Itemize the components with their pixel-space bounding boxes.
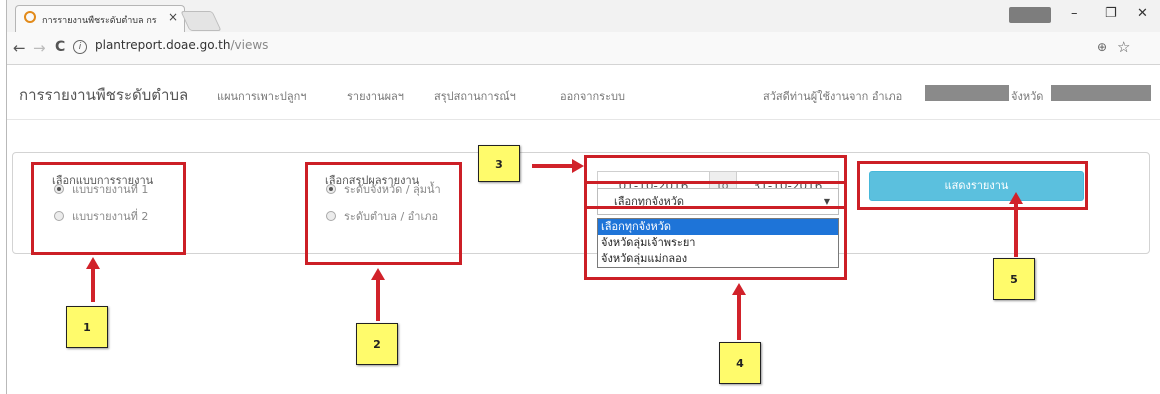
nav-planting-plan[interactable]: แผนการเพาะปลูกฯ <box>217 87 306 105</box>
browser-tab[interactable]: การรายงานพืชระดับตำบล กร × <box>15 5 185 32</box>
redacted-province <box>1051 85 1151 101</box>
new-tab-button[interactable] <box>180 11 222 31</box>
maximize-icon[interactable]: ❐ <box>1105 6 1117 21</box>
arrow-shaft <box>91 266 95 302</box>
arrow-right-icon <box>572 159 584 173</box>
annotation-callout-1: 1 <box>66 306 108 348</box>
nav-logout[interactable]: ออกจากระบบ <box>560 87 625 105</box>
tab-title: การรายงานพืชระดับตำบล กร <box>42 16 157 26</box>
annotation-callout-5: 5 <box>993 258 1035 300</box>
browser-toolbar: ← → C i plantreport.doae.go.th/views ⊕ ☆ <box>7 32 1160 65</box>
app-navbar: การรายงานพืชระดับตำบล แผนการเพาะปลูกฯ รา… <box>7 66 1160 120</box>
arrow-shaft <box>1014 201 1018 257</box>
annotation-box-1 <box>31 162 186 255</box>
redacted-district <box>925 85 1009 101</box>
address-bar[interactable]: plantreport.doae.go.th/views <box>95 38 268 52</box>
site-info-icon[interactable]: i <box>73 40 87 54</box>
reload-icon[interactable]: C <box>55 39 65 55</box>
user-greeting: สวัสดีท่านผู้ใช้งานจาก อำเภอ <box>763 90 903 103</box>
annotation-box-4 <box>584 181 847 280</box>
forward-icon[interactable]: → <box>33 39 46 57</box>
tab-close-icon[interactable]: × <box>168 10 178 24</box>
annotation-box-2 <box>305 162 462 265</box>
profile-avatar[interactable] <box>1009 7 1051 23</box>
annotation-callout-4: 4 <box>719 342 761 384</box>
annotation-box-5 <box>857 161 1088 210</box>
address-path: /views <box>230 38 269 52</box>
app-brand[interactable]: การรายงานพืชระดับตำบล <box>19 83 188 107</box>
close-window-icon[interactable]: ✕ <box>1137 6 1148 21</box>
annotation-callout-2: 2 <box>356 323 398 365</box>
annotation-callout-3: 3 <box>478 145 520 182</box>
address-domain: plantreport.doae.go.th <box>95 38 231 52</box>
arrow-shaft <box>532 164 574 168</box>
arrow-shaft <box>737 292 741 340</box>
site-favicon-icon <box>24 11 36 23</box>
zoom-icon[interactable]: ⊕ <box>1097 40 1107 54</box>
nav-report-results[interactable]: รายงานผลฯ <box>347 87 404 105</box>
bookmark-star-icon[interactable]: ☆ <box>1117 38 1130 56</box>
tab-strip: การรายงานพืชระดับตำบล กร × – ❐ ✕ <box>7 0 1160 32</box>
back-icon[interactable]: ← <box>13 39 26 57</box>
arrow-shaft <box>376 277 380 321</box>
minimize-icon[interactable]: – <box>1071 6 1078 21</box>
nav-situation-summary[interactable]: สรุปสถานการณ์ฯ <box>434 87 516 105</box>
user-greeting-province: จังหวัด <box>1011 90 1044 103</box>
